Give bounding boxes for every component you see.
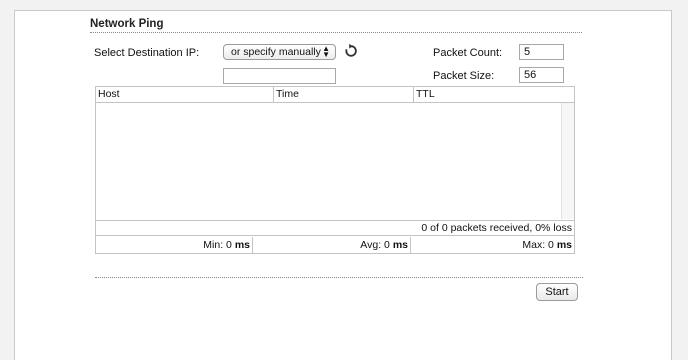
packet-size-label: Packet Size: xyxy=(433,70,495,82)
select-arrows-icon: ▲ ▼ xyxy=(322,44,330,59)
avg-stat: Avg: 0 ms xyxy=(252,237,410,253)
min-value: 0 xyxy=(226,239,232,251)
max-unit: ms xyxy=(556,239,572,251)
avg-unit: ms xyxy=(392,239,408,251)
destination-ip-label: Select Destination IP: xyxy=(94,47,200,59)
title-divider xyxy=(90,32,582,33)
packet-count-label: Packet Count: xyxy=(433,47,503,59)
table-header: Host Time TTL xyxy=(96,87,574,103)
avg-value: 0 xyxy=(384,239,390,251)
destination-ip-select-value: or specify manually xyxy=(231,46,321,58)
destination-ip-input[interactable] xyxy=(223,68,336,84)
packet-size-input[interactable]: 56 xyxy=(519,67,564,83)
max-stat: Max: 0 ms xyxy=(410,237,574,253)
max-value: 0 xyxy=(548,239,554,251)
min-stat: Min: 0 ms xyxy=(96,237,252,253)
bottom-divider xyxy=(95,277,583,278)
section-title: Network Ping xyxy=(90,18,164,30)
destination-ip-select[interactable]: or specify manually ▲ ▼ xyxy=(223,44,336,60)
column-header-ttl: TTL xyxy=(413,87,574,102)
max-label: Max: xyxy=(522,239,546,251)
results-scrollbar[interactable] xyxy=(561,103,574,219)
avg-label: Avg: xyxy=(360,239,382,251)
column-header-time: Time xyxy=(273,87,413,102)
packet-count-input[interactable]: 5 xyxy=(519,44,564,60)
start-button[interactable]: Start xyxy=(536,283,578,301)
packet-status: 0 of 0 packets received, 0% loss xyxy=(96,220,574,236)
ping-results-table: Host Time TTL 0 of 0 packets received, 0… xyxy=(95,86,575,254)
column-header-host: Host xyxy=(98,88,120,100)
min-unit: ms xyxy=(234,239,250,251)
refresh-icon[interactable] xyxy=(343,43,359,59)
min-label: Min: xyxy=(203,239,224,251)
